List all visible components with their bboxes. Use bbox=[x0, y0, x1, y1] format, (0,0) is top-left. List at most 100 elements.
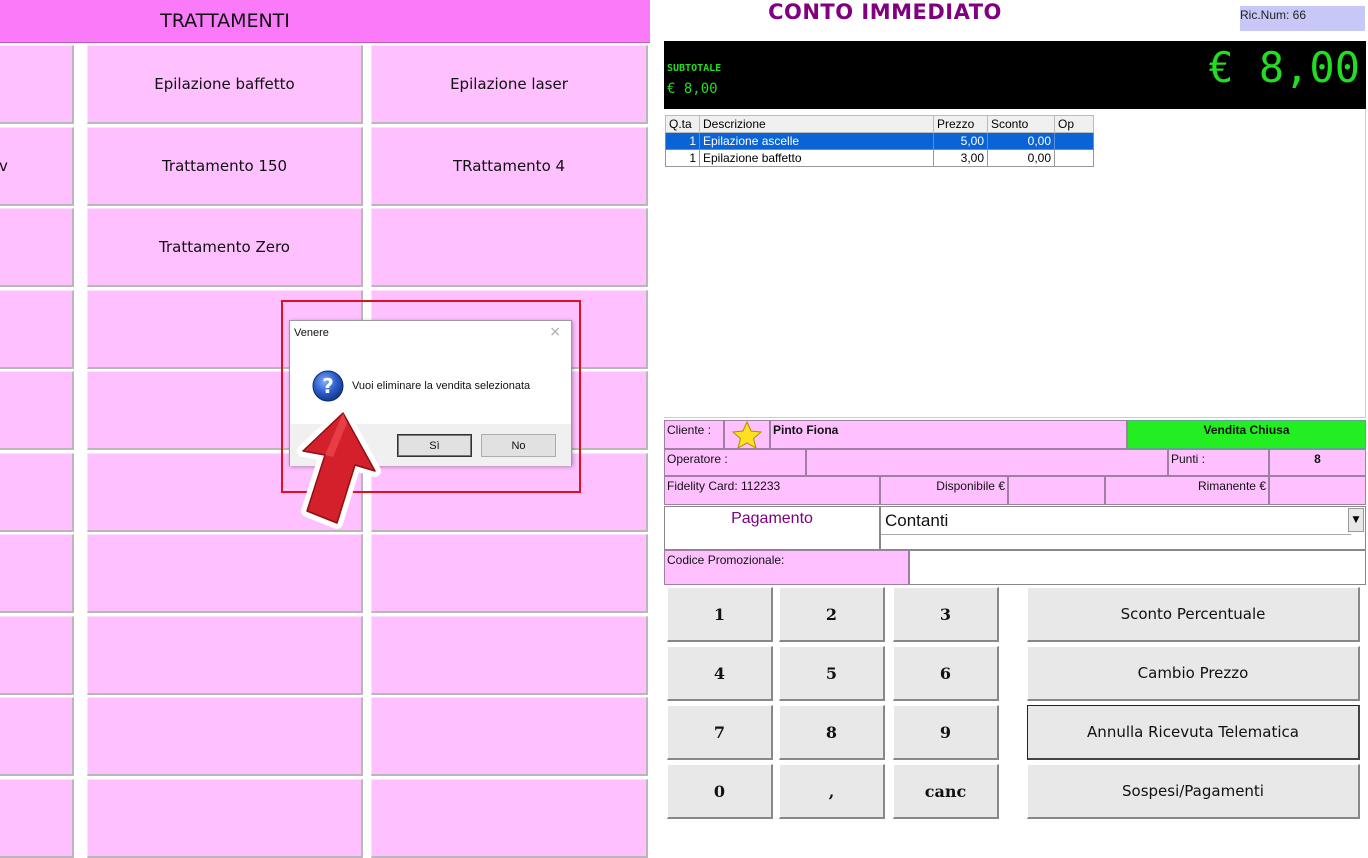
payment-method-value: Contanti bbox=[881, 507, 1351, 535]
question-icon: ? bbox=[312, 370, 344, 402]
star-icon bbox=[732, 420, 762, 449]
receipt-number: Ric.Num: 66 bbox=[1240, 6, 1365, 31]
treatment-button[interactable] bbox=[0, 371, 74, 450]
column-header-sconto[interactable]: Sconto bbox=[987, 115, 1055, 133]
annulla-ricevuta-button[interactable]: Annulla Ricevuta Telematica bbox=[1027, 705, 1360, 760]
disponibile-label-box: Disponibile € bbox=[880, 476, 1008, 505]
treatment-button[interactable]: TRattamento 4 bbox=[371, 126, 648, 206]
subtotal-label: SUBTOTALE bbox=[667, 63, 722, 74]
column-header-descrizione[interactable]: Descrizione bbox=[699, 115, 934, 133]
cell-sconto: 0,00 bbox=[987, 132, 1055, 150]
cell-op bbox=[1054, 149, 1094, 167]
treatment-button[interactable] bbox=[0, 534, 74, 613]
punti-value: 8 bbox=[1314, 452, 1321, 466]
promo-label: Codice Promozionale: bbox=[667, 553, 785, 567]
disponibile-label: Disponibile € bbox=[936, 479, 1005, 493]
favorite-star-button[interactable] bbox=[724, 420, 770, 449]
dialog-title: Venere bbox=[294, 327, 329, 339]
operatore-label-box: Operatore : bbox=[664, 449, 806, 476]
svg-text:?: ? bbox=[322, 374, 334, 398]
cliente-name-field[interactable]: Pinto Fiona bbox=[770, 420, 1127, 449]
treatment-button[interactable]: Epilazione laser bbox=[371, 45, 648, 124]
yes-button[interactable]: Sì bbox=[397, 434, 472, 457]
treatment-button[interactable] bbox=[0, 778, 74, 858]
table-row[interactable]: 1 Epilazione ascelle 5,00 0,00 bbox=[665, 132, 1094, 150]
key-6[interactable]: 6 bbox=[893, 646, 999, 701]
key-4[interactable]: 4 bbox=[667, 646, 773, 701]
treatment-button[interactable]: Trattamento 150 bbox=[87, 126, 363, 206]
sale-status-text: Vendita Chiusa bbox=[1203, 423, 1290, 437]
total-display: € 8,00 SUBTOTALE € 8,00 bbox=[664, 41, 1366, 109]
key-8[interactable]: 8 bbox=[779, 705, 885, 760]
chevron-down-icon[interactable]: ▼ bbox=[1348, 508, 1364, 532]
treatment-button[interactable] bbox=[371, 697, 648, 776]
sale-items-list[interactable]: Q.ta Descrizione Prezzo Sconto Op 1 Epil… bbox=[664, 110, 1366, 418]
cliente-label-box: Cliente : bbox=[664, 420, 724, 449]
treatment-button[interactable] bbox=[0, 452, 74, 532]
cell-qta: 1 bbox=[665, 149, 700, 167]
key-2[interactable]: 2 bbox=[779, 587, 885, 642]
payment-method-select[interactable]: Contanti ▼ bbox=[880, 506, 1366, 550]
key-1[interactable]: 1 bbox=[667, 587, 773, 642]
column-header-prezzo[interactable]: Prezzo bbox=[933, 115, 988, 133]
operatore-field[interactable] bbox=[806, 449, 1168, 476]
treatment-button[interactable]: v bbox=[0, 126, 74, 206]
treatments-header: TRATTAMENTI bbox=[0, 0, 650, 43]
treatment-button[interactable]: Trattamento Zero bbox=[87, 208, 363, 287]
rimanente-label-box: Rimanente € bbox=[1105, 476, 1269, 505]
promo-label-box: Codice Promozionale: bbox=[664, 550, 909, 585]
key-9[interactable]: 9 bbox=[893, 705, 999, 760]
sconto-percentuale-button[interactable]: Sconto Percentuale bbox=[1027, 587, 1360, 642]
punti-label-box: Punti : bbox=[1168, 449, 1269, 476]
treatment-button[interactable] bbox=[0, 208, 74, 287]
fidelity-card-label: Fidelity Card: 112233 bbox=[667, 479, 781, 493]
treatment-button[interactable] bbox=[0, 45, 74, 124]
treatment-button[interactable] bbox=[87, 534, 363, 613]
key-5[interactable]: 5 bbox=[779, 646, 885, 701]
cambio-prezzo-button[interactable]: Cambio Prezzo bbox=[1027, 646, 1360, 701]
cell-op bbox=[1054, 132, 1094, 150]
treatment-button[interactable]: Epilazione baffetto bbox=[87, 45, 363, 124]
dialog-message: Vuoi eliminare la vendita selezionata bbox=[352, 380, 531, 392]
treatment-button[interactable] bbox=[0, 697, 74, 776]
table-header-row: Q.ta Descrizione Prezzo Sconto Op bbox=[665, 115, 1094, 133]
key-3[interactable]: 3 bbox=[893, 587, 999, 642]
punti-field: 8 bbox=[1269, 449, 1366, 476]
treatment-button[interactable] bbox=[371, 208, 648, 287]
cell-prezzo: 5,00 bbox=[933, 132, 988, 150]
key-0[interactable]: 0 bbox=[667, 764, 773, 819]
rimanente-value bbox=[1270, 477, 1365, 479]
total-amount: € 8,00 bbox=[1208, 43, 1360, 92]
close-icon[interactable]: × bbox=[549, 324, 561, 340]
punti-label: Punti : bbox=[1171, 452, 1206, 466]
page-title: CONTO IMMEDIATO bbox=[768, 0, 1002, 24]
key-canc[interactable]: canc bbox=[893, 764, 999, 819]
column-header-qta[interactable]: Q.ta bbox=[665, 115, 700, 133]
sospesi-pagamenti-button[interactable]: Sospesi/Pagamenti bbox=[1027, 764, 1360, 819]
key-7[interactable]: 7 bbox=[667, 705, 773, 760]
rimanente-field[interactable] bbox=[1269, 476, 1366, 505]
treatment-button[interactable] bbox=[371, 778, 648, 858]
treatment-button[interactable] bbox=[371, 534, 648, 613]
treatment-button[interactable] bbox=[87, 697, 363, 776]
cell-descrizione: Epilazione baffetto bbox=[699, 149, 934, 167]
operatore-value bbox=[807, 450, 1167, 452]
treatment-button[interactable] bbox=[0, 615, 74, 695]
sale-items-table: Q.ta Descrizione Prezzo Sconto Op 1 Epil… bbox=[665, 115, 1094, 167]
column-header-op[interactable]: Op bbox=[1054, 115, 1094, 133]
cell-descrizione: Epilazione ascelle bbox=[699, 132, 934, 150]
promo-code-input[interactable] bbox=[909, 550, 1366, 585]
key-comma[interactable]: , bbox=[779, 764, 885, 819]
fidelity-card-box: Fidelity Card: 112233 bbox=[664, 476, 880, 505]
cell-qta: 1 bbox=[665, 132, 700, 150]
pagamento-label: Pagamento bbox=[731, 510, 813, 527]
treatment-button[interactable] bbox=[87, 778, 363, 858]
table-row[interactable]: 1 Epilazione baffetto 3,00 0,00 bbox=[665, 149, 1094, 167]
treatment-button[interactable] bbox=[371, 615, 648, 695]
treatment-button[interactable] bbox=[0, 289, 74, 369]
disponibile-field[interactable] bbox=[1008, 476, 1105, 505]
no-button[interactable]: No bbox=[481, 434, 556, 457]
treatment-button[interactable] bbox=[87, 615, 363, 695]
treatments-title: TRATTAMENTI bbox=[160, 10, 290, 32]
cliente-name: Pinto Fiona bbox=[773, 423, 839, 437]
